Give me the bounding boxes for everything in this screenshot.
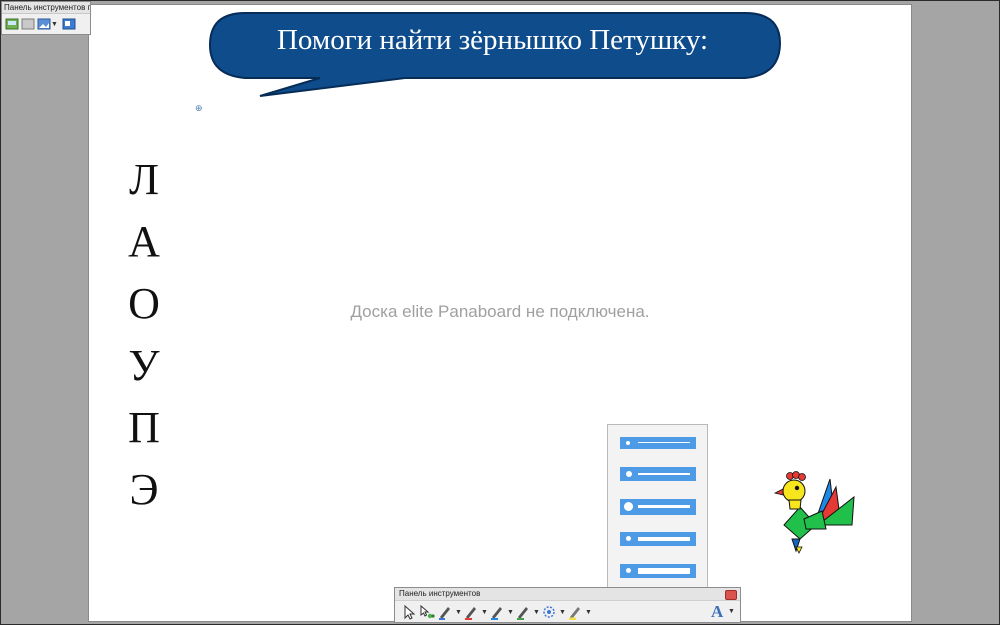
line-width-option-5[interactable] [616,561,696,581]
line-width-option-4[interactable] [616,529,696,549]
line-width-option-1[interactable] [616,433,696,453]
letter-5[interactable]: П [124,406,164,468]
tool-panel[interactable]: Панель инструментов ▼ ▼ ▼ ▼ ▼ ▼ A ▼ [394,587,741,623]
status-message: Доска elite Panaboard не подключена. [350,302,650,321]
screen-capture-icon[interactable] [5,17,19,31]
letter-2[interactable]: А [124,220,164,282]
chevron-down-icon[interactable]: ▼ [728,608,735,615]
selection-icon[interactable] [419,604,435,620]
line-width-option-2[interactable] [616,464,696,484]
red-pen-icon[interactable] [463,604,479,620]
blue-pen-icon[interactable] [489,604,505,620]
line-width-option-3[interactable] [616,497,696,517]
eraser-icon[interactable] [541,604,557,620]
highlighter-icon[interactable] [567,604,583,620]
letter-4[interactable]: У [124,344,164,406]
pen-icon[interactable] [437,604,453,620]
letter-1[interactable]: Л [124,158,164,220]
font-icon[interactable]: A [711,602,723,622]
rooster-icon [773,471,855,554]
board-icon[interactable] [21,17,35,31]
letter-3[interactable]: О [124,282,164,344]
letter-column: Л А О У П Э [124,158,164,530]
green-pen-icon[interactable] [515,604,531,620]
tool-panel-title: Панель инструментов [395,588,740,601]
chevron-down-icon[interactable]: ▼ [51,21,58,28]
bubble-text: Помоги найти зёрнышко Петушку: [276,23,709,56]
arrow-pointer-icon[interactable] [401,604,417,620]
mini-toolbar[interactable]: Панель инструментов п... ▼ [1,1,91,35]
letter-6[interactable]: Э [124,468,164,530]
close-icon[interactable] [725,590,737,600]
mini-toolbar-title: Панель инструментов п... [2,2,90,14]
image-icon[interactable] [37,17,51,31]
anchor-icon: ⊕ [195,103,203,113]
window-icon[interactable] [62,17,76,31]
